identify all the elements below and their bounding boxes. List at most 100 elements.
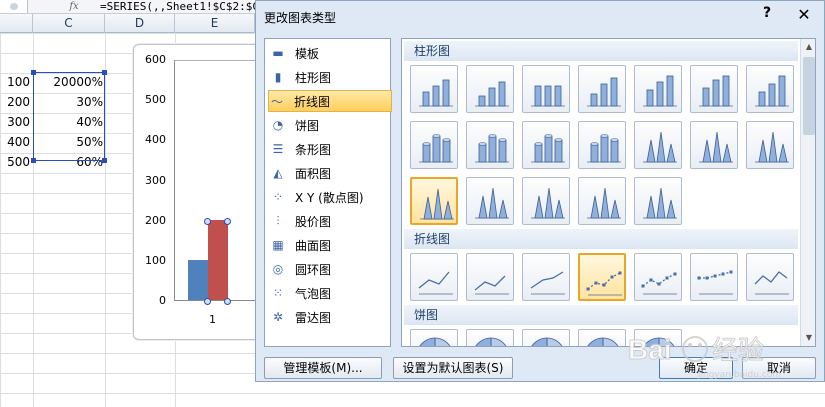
line-subtype-thumb[interactable] — [634, 253, 682, 301]
cancel-button[interactable]: 取消 — [742, 357, 816, 379]
pie-subtype-thumb[interactable] — [410, 329, 458, 346]
bubble-chart-icon: ⁙ — [272, 286, 284, 300]
cell-b3[interactable]: 200 — [0, 92, 30, 112]
column-subtype-thumb[interactable] — [410, 65, 458, 113]
cell-b2[interactable]: 100 — [0, 72, 30, 92]
section-header-column: 柱形图 — [404, 41, 798, 61]
line-chart-icon: 〜 — [270, 94, 283, 109]
column-header-c[interactable]: C — [33, 14, 105, 33]
column-subtype-thumb[interactable] — [410, 177, 458, 225]
name-box[interactable] — [0, 0, 28, 13]
pie-subtype-thumb[interactable] — [466, 329, 514, 346]
line-subtype-thumb[interactable] — [466, 253, 514, 301]
column-subtype-thumb[interactable] — [522, 121, 570, 169]
chart-category-pie-chart[interactable]: ◔ 饼图 — [270, 114, 390, 136]
stock-chart-icon: ⫶ — [276, 213, 280, 228]
bar-selection-handle[interactable] — [204, 217, 211, 225]
chart-category-label: 面积图 — [295, 166, 332, 181]
chart-category-label: 股价图 — [295, 214, 332, 229]
line-subtype-thumb[interactable] — [690, 253, 738, 301]
line-subtype-thumb[interactable] — [746, 253, 794, 301]
column-subtype-thumb[interactable] — [634, 65, 682, 113]
line-subtype-thumb[interactable] — [410, 253, 458, 301]
help-icon[interactable]: ? — [759, 5, 775, 23]
chart-category-line-chart[interactable]: 〜折线图 — [268, 90, 392, 112]
bar-chart-icon: ☰ — [272, 142, 284, 156]
column-subtype-thumb[interactable] — [746, 65, 794, 113]
pie-subtype-thumb[interactable] — [634, 329, 682, 346]
chart-category-label: 饼图 — [295, 118, 320, 133]
line-subtype-thumb[interactable] — [522, 253, 570, 301]
range-handle-bottom-left[interactable] — [31, 158, 36, 163]
gallery-scrollbar[interactable]: ▲ ▼ — [800, 39, 815, 346]
column-subtype-thumb[interactable] — [466, 177, 514, 225]
set-default-chart-button[interactable]: 设置为默认图表(S) — [393, 357, 513, 379]
scroll-thumb[interactable] — [803, 57, 815, 135]
column-subtype-thumb[interactable] — [578, 177, 626, 225]
bar-selection-handle[interactable] — [224, 298, 231, 305]
column-subtype-thumb[interactable] — [634, 177, 682, 225]
y-tick-label: 100 — [145, 253, 166, 267]
bar-selection-handle[interactable] — [204, 298, 211, 305]
manage-templates-button[interactable]: 管理模板(M)... — [264, 357, 382, 379]
chart-category-label: X Y (散点图) — [295, 190, 364, 205]
column-subtype-thumb[interactable] — [410, 121, 458, 169]
chart-category-surface-chart[interactable]: ▦ 曲面图 — [270, 234, 390, 256]
plot-area[interactable] — [174, 60, 264, 305]
fx-icon[interactable]: fx — [64, 0, 84, 13]
chart-category-stock-chart[interactable]: ⫶ 股价图 — [270, 210, 390, 232]
range-handle-top-right[interactable] — [102, 70, 107, 75]
chart-category-radar-chart[interactable]: ✲ 雷达图 — [270, 306, 390, 328]
y-tick-label: 400 — [145, 133, 166, 147]
column-header-b[interactable] — [0, 14, 33, 33]
chart-category-scatter-chart[interactable]: ⁘ X Y (散点图) — [270, 186, 390, 208]
change-chart-type-dialog: 更改图表类型 ? ✕ ▬ 模板 ▮ 柱形图〜折线图 ◔ 饼图 ☰ 条形图 ◭ 面积图 ⁘ X Y (散… — [255, 0, 825, 382]
line-subtype-thumb[interactable] — [578, 253, 626, 301]
area-chart-icon: ◭ — [273, 166, 283, 180]
chart-category-bubble-chart[interactable]: ⁙ 气泡图 — [270, 282, 390, 304]
cell-b6[interactable]: 500 — [0, 152, 30, 172]
column-subtype-thumb[interactable] — [466, 121, 514, 169]
column-subtype-thumb[interactable] — [690, 65, 738, 113]
column-chart-icon: ▮ — [274, 70, 282, 84]
column-subtype-thumb[interactable] — [522, 177, 570, 225]
cell-b4[interactable]: 300 — [0, 112, 30, 132]
column-subtype-thumb[interactable] — [466, 65, 514, 113]
chart-category-column-chart[interactable]: ▮ 柱形图 — [270, 66, 390, 88]
range-handle-top-left[interactable] — [31, 70, 36, 75]
chart-category-doughnut-chart[interactable]: ◎ 圆环图 — [270, 258, 390, 280]
range-handle-bottom-right[interactable] — [102, 158, 107, 163]
column-subtype-thumb[interactable] — [578, 65, 626, 113]
y-tick-label: 500 — [145, 93, 166, 107]
section-header-line: 折线图 — [404, 229, 798, 249]
folder-icon: ▬ — [272, 46, 284, 60]
column-header-d[interactable]: D — [105, 14, 175, 33]
column-subtype-thumb[interactable] — [522, 65, 570, 113]
pie-subtype-thumb[interactable] — [522, 329, 570, 346]
bar-series-1[interactable] — [188, 259, 208, 300]
close-icon[interactable]: ✕ — [794, 5, 814, 25]
radar-chart-icon: ✲ — [272, 310, 284, 324]
column-subtype-thumb[interactable] — [690, 121, 738, 169]
scroll-up-icon[interactable]: ▲ — [804, 42, 814, 52]
embedded-chart[interactable]: 600 500 400 300 200 100 0 1 — [133, 44, 264, 340]
chart-category-list: ▬ 模板 ▮ 柱形图〜折线图 ◔ 饼图 ☰ 条形图 ◭ 面积图 ⁘ X Y (散点图) ⫶ 股价图 ▦ 曲面图… — [264, 38, 392, 347]
column-subtype-thumb[interactable] — [634, 121, 682, 169]
dialog-title: 更改图表类型 — [264, 11, 337, 25]
y-tick-label: 600 — [145, 53, 166, 66]
scroll-down-icon[interactable]: ▼ — [804, 333, 814, 343]
column-subtype-thumb[interactable] — [746, 121, 794, 169]
chart-category-area-chart[interactable]: ◭ 面积图 — [270, 162, 390, 184]
bar-selection-handle[interactable] — [224, 217, 231, 225]
chart-category-label: 曲面图 — [295, 238, 332, 253]
bar-series-2[interactable] — [208, 219, 228, 300]
cell-b5[interactable]: 400 — [0, 132, 30, 152]
doughnut-chart-icon: ◎ — [272, 262, 284, 276]
column-subtype-thumb[interactable] — [578, 121, 626, 169]
column-header-e[interactable]: E — [175, 14, 255, 33]
pie-subtype-thumb[interactable] — [578, 329, 626, 346]
chart-category-bar-chart[interactable]: ☰ 条形图 — [270, 138, 390, 160]
section-header-pie: 饼图 — [404, 305, 798, 325]
ok-button[interactable]: 确定 — [659, 357, 733, 379]
chart-category-folder[interactable]: ▬ 模板 — [270, 42, 390, 64]
